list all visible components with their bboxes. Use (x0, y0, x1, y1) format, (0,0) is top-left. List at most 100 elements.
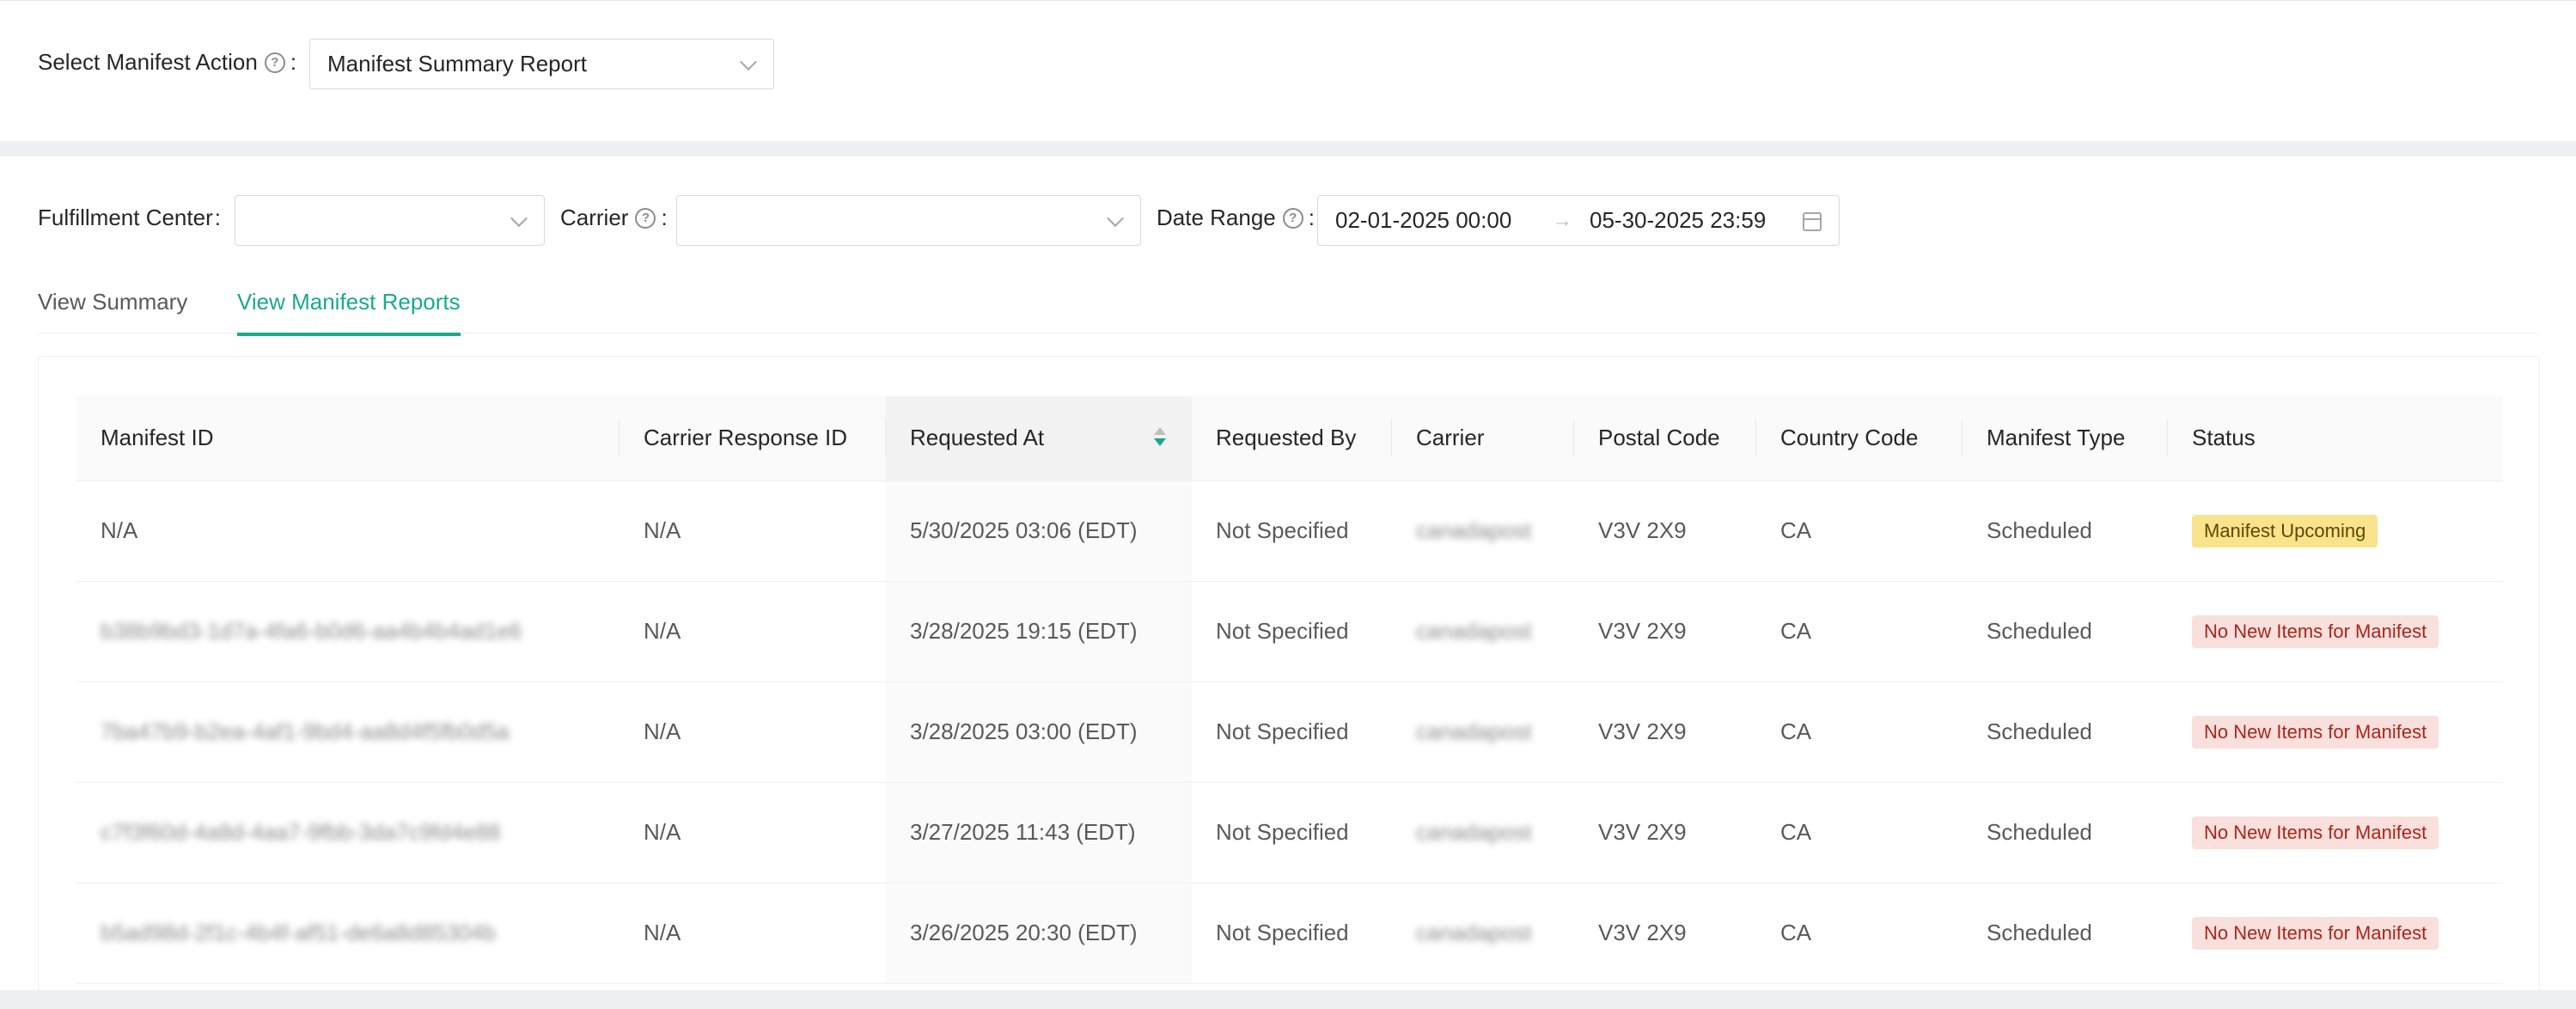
column-label: Status (2192, 425, 2256, 451)
manifest-table-card: Manifest ID Carrier Response ID Requeste… (38, 356, 2540, 1009)
table-header-row: Manifest ID Carrier Response ID Requeste… (76, 396, 2503, 481)
fulfillment-center-label: Fulfillment Center (38, 205, 213, 230)
calendar-icon[interactable] (1803, 212, 1822, 231)
chevron-down-icon (510, 209, 528, 227)
manifest-id-cell: b38b9bd3-1d7a-4fa6-b0d6-aa4b4b4ad1e6 (76, 581, 620, 682)
fulfillment-center-label-row: Fulfillment Center : (38, 205, 221, 231)
manifest-id-cell: N/A (76, 480, 620, 582)
requested-by-cell: Not Specified (1192, 682, 1392, 783)
requested-by-cell: Not Specified (1192, 581, 1392, 682)
carrier-response-id-cell: N/A (620, 782, 886, 884)
requested-by-cell: Not Specified (1192, 883, 1392, 984)
carrier-response-id-cell: N/A (620, 480, 886, 582)
chevron-down-icon (1107, 209, 1124, 227)
colon: : (1308, 205, 1315, 230)
help-icon[interactable]: ? (1282, 207, 1303, 229)
manifest-id-value: b38b9bd3-1d7a-4fa6-b0d6-aa4b4b4ad1e6 (101, 618, 522, 644)
manifest-action-value: Manifest Summary Report (327, 51, 587, 76)
manifest-id-value: b5ad98d-2f1c-4b4f-af51-de6a8d85304b (101, 920, 496, 945)
help-icon[interactable]: ? (635, 207, 656, 229)
carrier-label-row: Carrier ? : (560, 205, 668, 231)
date-to-input[interactable]: 05-30-2025 23:59 (1590, 207, 1766, 234)
carrier-label: Carrier (560, 205, 629, 230)
table-row[interactable]: 7ba47b9-b2ea-4af1-9bd4-aa8d4f5fb0d5a N/A… (76, 682, 2503, 783)
carrier-select[interactable] (676, 195, 1141, 246)
carrier-value: canadapost (1416, 920, 1532, 945)
table-row[interactable]: b38b9bd3-1d7a-4fa6-b0d6-aa4b4b4ad1e6 N/A… (76, 581, 2503, 682)
column-header-manifest-id[interactable]: Manifest ID (76, 396, 620, 481)
colon: : (661, 205, 668, 230)
postal-code-cell: V3V 2X9 (1574, 581, 1756, 682)
carrier-value: canadapost (1416, 719, 1532, 744)
postal-code-cell: V3V 2X9 (1574, 883, 1756, 984)
column-header-carrier-response-id[interactable]: Carrier Response ID (620, 396, 886, 481)
carrier-response-id-cell: N/A (620, 682, 886, 783)
manifest-action-panel: Select Manifest Action ? : Manifest Summ… (0, 0, 2576, 141)
status-badge: No New Items for Manifest (2192, 916, 2439, 950)
sort-icon[interactable] (1154, 427, 1166, 451)
status-cell: Manifest Upcoming (2168, 480, 2503, 582)
requested-at-cell: 5/30/2025 03:06 (EDT) (886, 480, 1192, 582)
carrier-response-id-cell: N/A (620, 883, 886, 984)
status-cell: No New Items for Manifest (2168, 782, 2503, 884)
date-range-picker[interactable]: 02-01-2025 00:00 → 05-30-2025 23:59 (1317, 195, 1840, 246)
carrier-cell: canadapost (1392, 682, 1574, 783)
column-label: Requested At (910, 425, 1045, 451)
requested-at-cell: 3/27/2025 11:43 (EDT) (886, 782, 1192, 884)
manifest-id-cell: c7f3f60d-4a8d-4aa7-9fbb-3da7c9fd4e88 (76, 782, 620, 884)
manifest-action-select[interactable]: Manifest Summary Report (309, 39, 774, 89)
tab-view-manifest-reports[interactable]: View Manifest Reports (237, 289, 461, 336)
date-range-label: Date Range (1157, 205, 1276, 230)
manifest-type-cell: Scheduled (1963, 782, 2168, 884)
status-badge: Manifest Upcoming (2192, 514, 2378, 547)
manifest-id-cell: b5ad98d-2f1c-4b4f-af51-de6a8d85304b (76, 883, 620, 984)
column-header-country-code[interactable]: Country Code (1756, 396, 1963, 481)
status-cell: No New Items for Manifest (2168, 883, 2503, 984)
carrier-cell: canadapost (1392, 480, 1574, 582)
column-label: Manifest ID (101, 425, 214, 451)
column-header-requested-at[interactable]: Requested At (886, 396, 1192, 481)
postal-code-cell: V3V 2X9 (1574, 682, 1756, 783)
postal-code-cell: V3V 2X9 (1574, 782, 1756, 884)
requested-at-cell: 3/28/2025 19:15 (EDT) (886, 581, 1192, 682)
manifest-action-label: Select Manifest Action (38, 49, 258, 75)
column-header-carrier[interactable]: Carrier (1392, 396, 1574, 481)
column-header-status[interactable]: Status (2168, 396, 2503, 481)
column-label: Carrier (1416, 425, 1485, 451)
chevron-down-icon (740, 52, 757, 70)
status-badge: No New Items for Manifest (2192, 816, 2439, 849)
carrier-value: canadapost (1416, 517, 1532, 543)
table-row[interactable]: c7f3f60d-4a8d-4aa7-9fbb-3da7c9fd4e88 N/A… (76, 782, 2503, 884)
fulfillment-center-select[interactable] (235, 195, 545, 246)
carrier-value: canadapost (1416, 819, 1532, 845)
column-header-postal-code[interactable]: Postal Code (1574, 396, 1756, 481)
country-code-cell: CA (1756, 782, 1963, 884)
sort-down-icon (1154, 438, 1166, 446)
manifest-action-label-row: Select Manifest Action ? : (38, 49, 296, 76)
column-header-manifest-type[interactable]: Manifest Type (1963, 396, 2168, 481)
colon: : (214, 205, 221, 230)
manifest-id-cell: 7ba47b9-b2ea-4af1-9bd4-aa8d4f5fb0d5a (76, 682, 620, 783)
arrow-right-icon: → (1552, 208, 1572, 232)
tab-view-summary[interactable]: View Summary (38, 289, 187, 333)
column-header-requested-by[interactable]: Requested By (1192, 396, 1392, 481)
requested-by-cell: Not Specified (1192, 480, 1392, 582)
manifest-reports-panel: Fulfillment Center : Carrier ? : Date Ra… (0, 156, 2576, 1009)
carrier-cell: canadapost (1392, 883, 1574, 984)
status-badge: No New Items for Manifest (2192, 715, 2439, 749)
date-from-input[interactable]: 02-01-2025 00:00 (1335, 207, 1511, 234)
sort-up-icon (1154, 427, 1166, 435)
requested-at-cell: 3/26/2025 20:30 (EDT) (886, 883, 1192, 984)
table-row[interactable]: N/A N/A 5/30/2025 03:06 (EDT) Not Specif… (76, 480, 2503, 582)
column-label: Requested By (1216, 425, 1357, 451)
status-cell: No New Items for Manifest (2168, 682, 2503, 783)
help-icon[interactable]: ? (264, 52, 285, 73)
table-row[interactable]: b5ad98d-2f1c-4b4f-af51-de6a8d85304b N/A … (76, 883, 2503, 984)
carrier-value: canadapost (1416, 618, 1532, 644)
manifest-type-cell: Scheduled (1963, 581, 2168, 682)
manifest-type-cell: Scheduled (1963, 480, 2168, 582)
country-code-cell: CA (1756, 883, 1963, 984)
postal-code-cell: V3V 2X9 (1574, 480, 1756, 582)
carrier-cell: canadapost (1392, 581, 1574, 682)
manifest-id-value: 7ba47b9-b2ea-4af1-9bd4-aa8d4f5fb0d5a (101, 719, 510, 744)
